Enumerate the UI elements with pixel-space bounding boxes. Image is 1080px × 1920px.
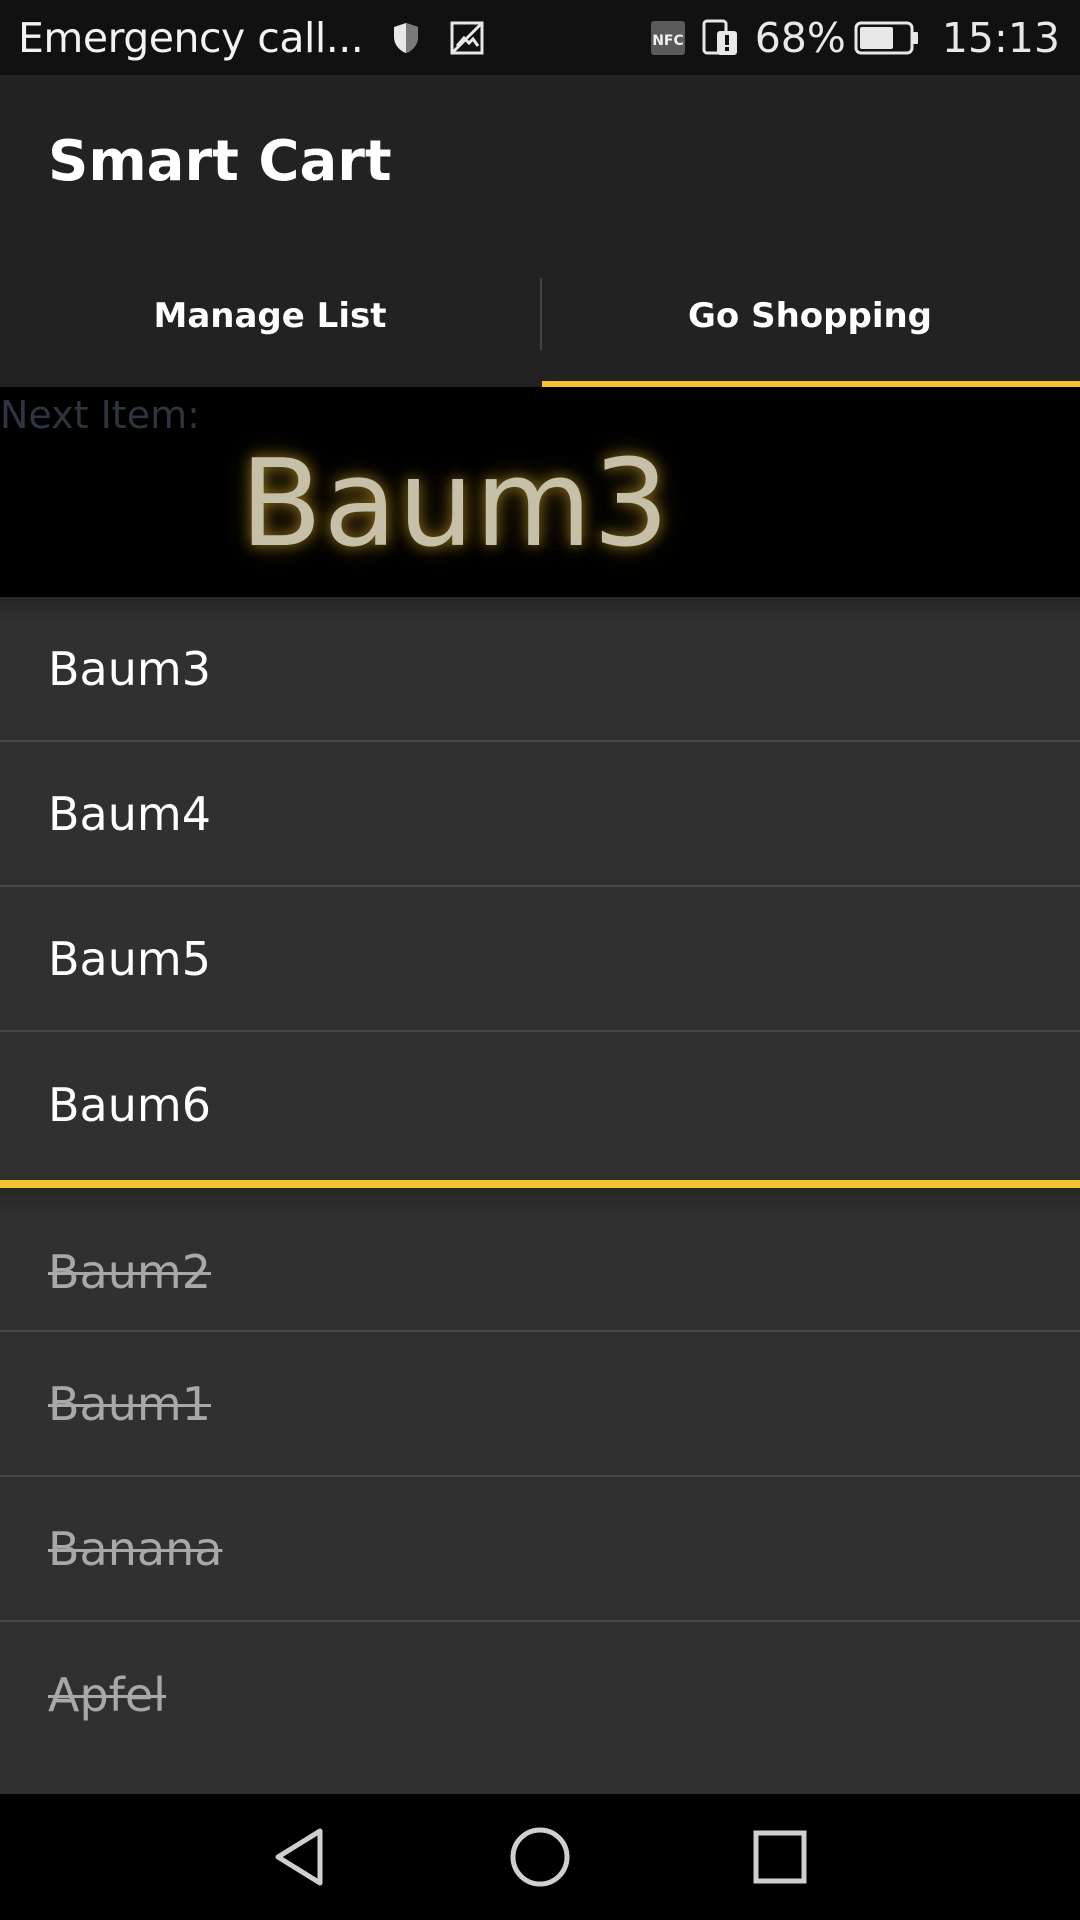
nav-bar — [0, 1794, 1080, 1920]
home-icon[interactable] — [480, 1797, 600, 1917]
svg-text:NFC: NFC — [652, 33, 684, 49]
list-item-done[interactable]: Banana — [0, 1477, 1080, 1622]
tab-go-shopping[interactable]: Go Shopping — [540, 245, 1080, 387]
list-item-open[interactable]: Baum5 — [0, 887, 1080, 1032]
next-item-panel: Next Item: Baum3 — [0, 387, 1080, 597]
battery-percent: 68% — [754, 13, 846, 62]
status-left: Emergency call... — [0, 14, 485, 62]
shopping-list: Baum3 Baum4 Baum5 Baum6 — [0, 597, 1080, 1177]
battery-icon — [854, 20, 920, 56]
app-bar: Smart Cart — [0, 75, 1080, 245]
done-shadow — [0, 1188, 1080, 1214]
tab-divider — [540, 278, 542, 350]
list-item-open[interactable]: Baum3 — [0, 597, 1080, 742]
sim-alert-icon — [701, 17, 741, 59]
next-item-label: Next Item: — [0, 393, 200, 437]
shield-icon — [391, 21, 421, 55]
clock: 15:13 — [941, 13, 1060, 62]
recents-icon[interactable] — [720, 1797, 840, 1917]
list-item-done[interactable]: Baum2 — [0, 1214, 1080, 1332]
done-separator — [0, 1180, 1080, 1188]
status-right: NFC 68% 15:13 — [649, 14, 1080, 62]
done-list: Baum2 Baum1 Banana Apfel — [0, 1214, 1080, 1767]
carrier-text: Emergency call... — [18, 13, 364, 62]
nfc-icon: NFC — [649, 19, 687, 57]
list-item-open[interactable]: Baum6 — [0, 1032, 1080, 1177]
next-item-value: Baum3 — [240, 435, 671, 574]
list-item-done[interactable]: Baum1 — [0, 1332, 1080, 1477]
app-screen: Emergency call... NFC 68% 15:13 Smart Ca… — [0, 0, 1080, 1920]
image-icon — [449, 20, 485, 56]
app-title: Smart Cart — [48, 129, 392, 194]
tab-manage-list[interactable]: Manage List — [0, 245, 540, 387]
list-item-done[interactable]: Apfel — [0, 1622, 1080, 1767]
status-bar: Emergency call... NFC 68% 15:13 — [0, 0, 1080, 75]
list-item-open[interactable]: Baum4 — [0, 742, 1080, 887]
back-icon[interactable] — [240, 1797, 360, 1917]
